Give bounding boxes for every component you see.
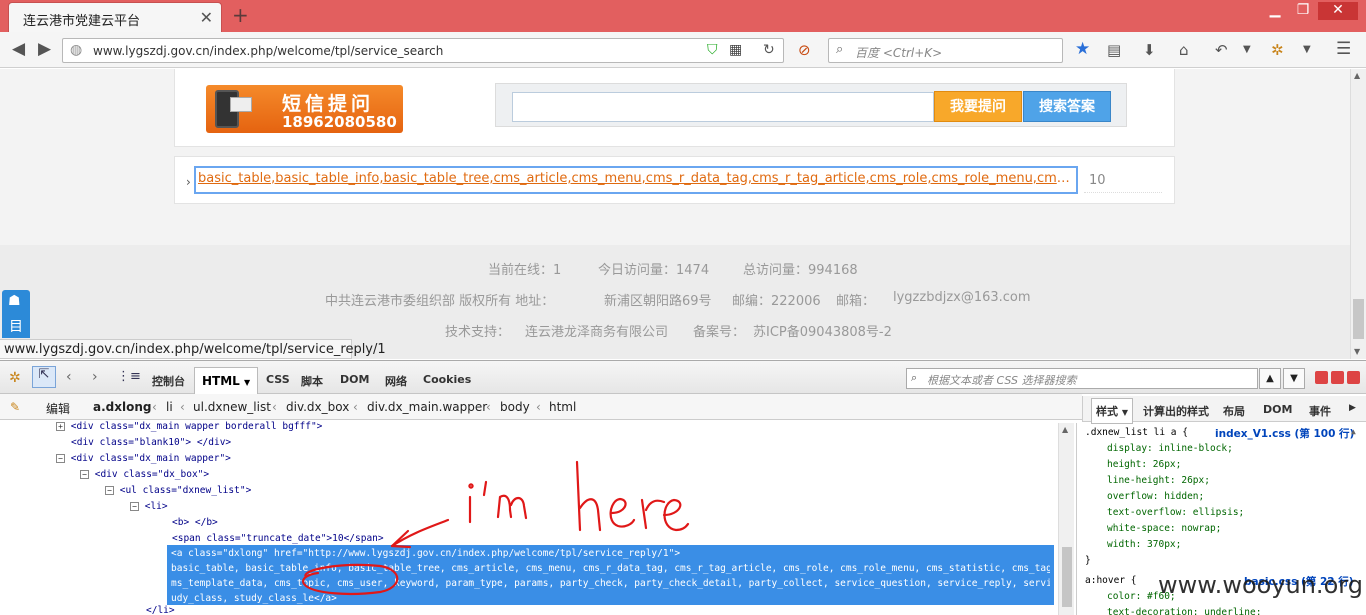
handwritten-annotation (302, 460, 690, 596)
watermark: www.wooyun.org (1158, 571, 1363, 599)
